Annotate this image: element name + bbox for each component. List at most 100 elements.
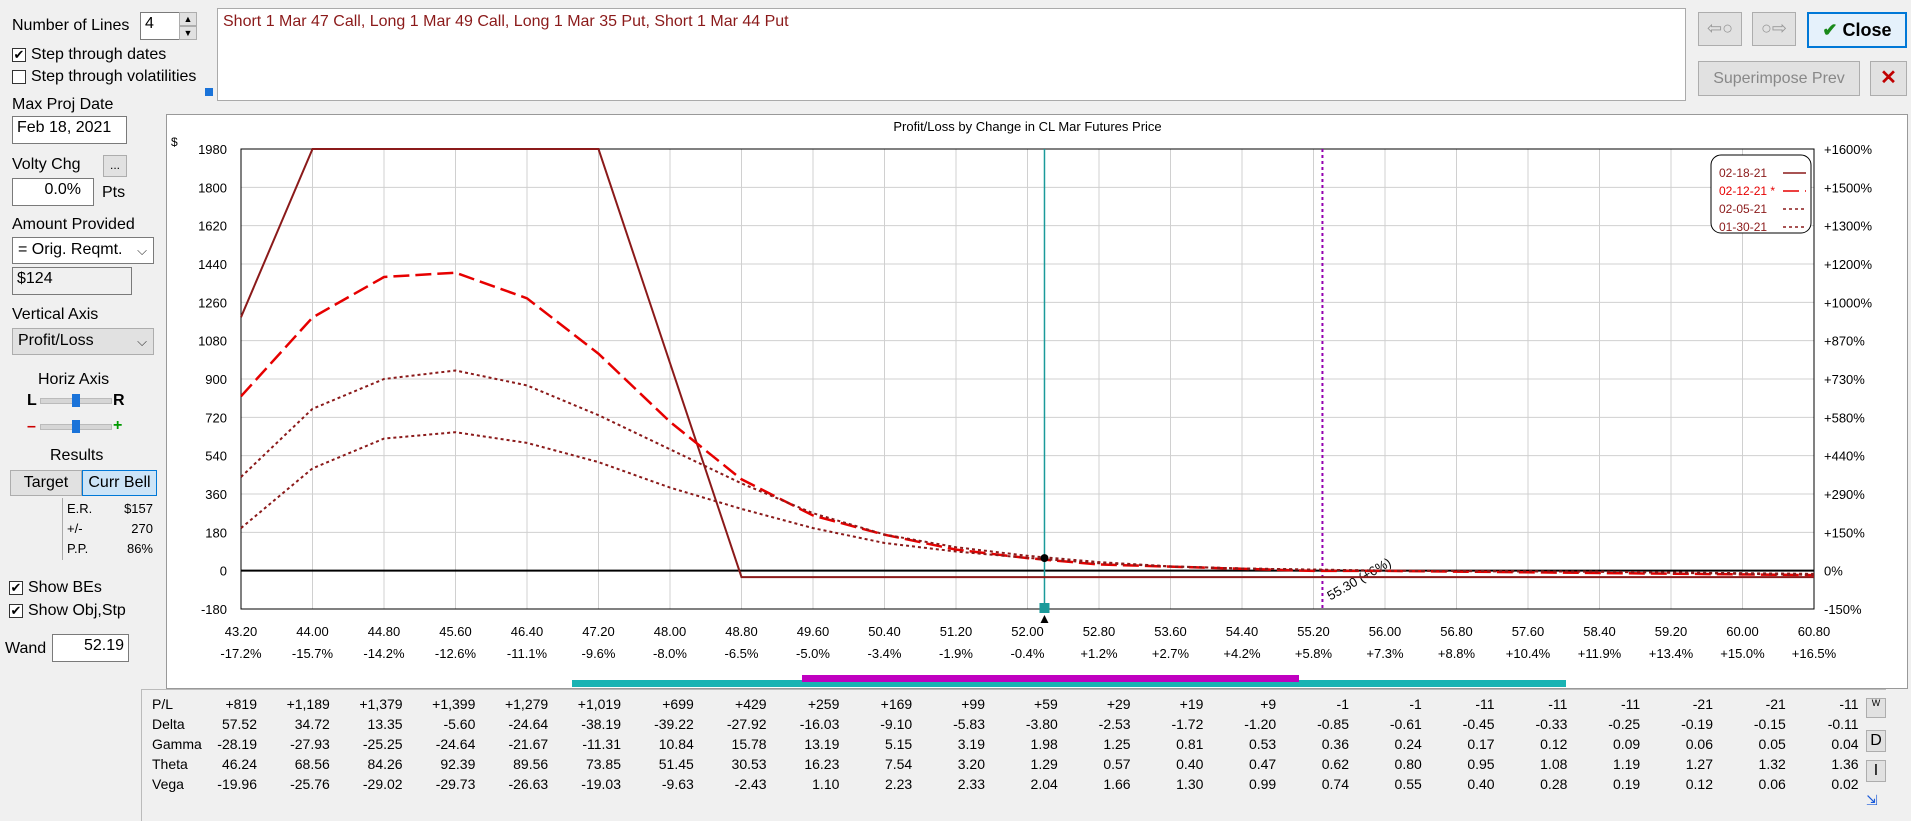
table-cell: 1.29 [1030, 756, 1058, 772]
x-pct-tick-label: -15.7% [292, 646, 334, 661]
legend-label: 02-18-21 [1719, 166, 1767, 180]
current-price-marker [1039, 603, 1050, 613]
y-tick-label: 0 [220, 564, 227, 579]
table-cell: +1,399 [432, 696, 476, 712]
lines-down-icon[interactable]: ▼ [179, 26, 197, 40]
i-button[interactable]: I [1866, 760, 1886, 782]
x-tick-label: 43.20 [225, 624, 258, 639]
table-cell: -1 [1409, 696, 1422, 712]
table-cell: 1.08 [1540, 756, 1568, 772]
table-cell: 84.26 [367, 756, 403, 772]
table-cell: -29.73 [435, 776, 476, 792]
wand-input[interactable]: 52.19 [52, 634, 129, 662]
zoom-slider[interactable] [40, 420, 112, 433]
close-button[interactable]: ✔ Close [1807, 12, 1907, 48]
table-cell: -0.45 [1462, 716, 1495, 732]
table-cell: 1.10 [812, 776, 840, 792]
x-tick-label: 57.60 [1512, 624, 1545, 639]
lines-up-icon[interactable]: ▲ [179, 12, 197, 26]
w-button[interactable]: W [1866, 698, 1886, 718]
back-arrow-icon[interactable]: ⇦○ [1698, 12, 1742, 46]
table-cell: 51.45 [658, 756, 694, 772]
number-of-lines-input[interactable]: 4 [140, 12, 180, 40]
slider-thumb[interactable] [72, 420, 80, 433]
close-x-icon[interactable]: ✕ [1870, 61, 1907, 96]
y-tick-label: 1980 [198, 142, 227, 157]
volty-chg-input[interactable]: 0.0% [12, 178, 94, 206]
table-row-label: Vega [152, 776, 184, 792]
horiz-r-label: R [113, 392, 125, 409]
amount-provided-select[interactable]: = Orig. Reqmt. ⌵ [12, 237, 154, 264]
amount-provided-label: Amount Provided [12, 216, 135, 233]
d-button[interactable]: D [1866, 730, 1886, 752]
y-pct-tick-label: +730% [1824, 372, 1865, 387]
table-cell: +259 [807, 696, 840, 712]
zoom-plus-icon[interactable]: + [113, 417, 122, 435]
table-cell: -25.25 [362, 736, 403, 752]
x-tick-label: 59.20 [1655, 624, 1688, 639]
vertical-axis-select[interactable]: Profit/Loss ⌵ [12, 328, 154, 355]
curr-bell-tab[interactable]: Curr Bell [82, 470, 157, 496]
horiz-axis-slider[interactable] [40, 394, 112, 407]
table-cell: 30.53 [731, 756, 767, 772]
zoom-minus-icon[interactable]: – [27, 418, 36, 436]
amount-provided-value: = Orig. Reqmt. [18, 241, 123, 258]
results-label: Results [50, 447, 104, 464]
chart-title: Profit/Loss by Change in CL Mar Futures … [893, 119, 1161, 134]
table-cell: -39.22 [654, 716, 694, 732]
chevron-down-icon: ⌵ [137, 243, 147, 258]
number-of-lines-label: Number of Lines [12, 17, 130, 34]
x-tick-label: 44.00 [296, 624, 329, 639]
table-cell: -21.67 [508, 736, 549, 752]
x-tick-label: 60.00 [1726, 624, 1759, 639]
step-volatilities-checkbox[interactable] [12, 70, 26, 84]
y-pct-tick-label: +1300% [1824, 219, 1873, 234]
forward-arrow-icon[interactable]: ○⇨ [1752, 12, 1796, 46]
table-cell: +1,279 [504, 696, 549, 712]
x-tick-label: 52.00 [1011, 624, 1044, 639]
table-cell: -27.93 [290, 736, 330, 752]
table-cell: 92.39 [440, 756, 476, 772]
table-cell: -19.96 [217, 776, 257, 792]
table-cell: +19 [1179, 696, 1204, 712]
strategy-box[interactable]: Short 1 Mar 47 Call, Long 1 Mar 49 Call,… [217, 8, 1686, 101]
y-pct-tick-label: -150% [1824, 602, 1862, 617]
show-bes-checkbox[interactable]: ✔ [9, 581, 23, 595]
volty-more-button[interactable]: ... [103, 155, 127, 177]
table-cell: +169 [880, 696, 913, 712]
table-cell: 1.98 [1030, 736, 1058, 752]
max-proj-date-input[interactable]: Feb 18, 2021 [12, 116, 127, 144]
show-obj-checkbox[interactable]: ✔ [9, 604, 23, 618]
target-tab[interactable]: Target [10, 470, 82, 496]
table-cell: 1.36 [1831, 756, 1859, 772]
strategy-text: Short 1 Mar 47 Call, Long 1 Mar 49 Call,… [223, 13, 789, 30]
volty-unit-label: Pts [102, 184, 126, 201]
table-cell: -21 [1692, 696, 1713, 712]
er-label: E.R. [67, 501, 93, 516]
table-cell: -29.02 [362, 776, 403, 792]
legend-label: 01-30-21 [1719, 220, 1767, 234]
table-cell: -28.19 [217, 736, 257, 752]
current-price-arrow [1040, 615, 1049, 623]
superimpose-prev-button[interactable]: Superimpose Prev [1698, 61, 1860, 96]
step-dates-checkbox[interactable]: ✔ [12, 48, 26, 62]
table-cell: 0.40 [1467, 776, 1495, 792]
slider-thumb[interactable] [72, 394, 80, 407]
table-cell: 0.80 [1394, 756, 1422, 772]
x-pct-tick-label: +15.0% [1720, 646, 1765, 661]
x-tick-label: 56.80 [1440, 624, 1473, 639]
table-cell: 1.19 [1612, 756, 1641, 772]
small-slider-icon[interactable] [205, 88, 213, 96]
show-bes-label: Show BEs [28, 579, 102, 596]
table-cell: -0.11 [1827, 716, 1859, 732]
x-pct-tick-label: -17.2% [220, 646, 262, 661]
table-cell: +819 [225, 696, 257, 712]
show-obj-label: Show Obj,Stp [28, 602, 126, 619]
x-tick-label: 45.60 [439, 624, 472, 639]
x-pct-tick-label: -6.5% [725, 646, 759, 661]
export-icon[interactable]: ⇲ [1866, 792, 1886, 812]
table-cell: 57.52 [221, 716, 257, 732]
y-pct-tick-label: +290% [1824, 487, 1865, 502]
table-cell: -25.76 [290, 776, 330, 792]
table-cell: 73.85 [585, 756, 621, 772]
